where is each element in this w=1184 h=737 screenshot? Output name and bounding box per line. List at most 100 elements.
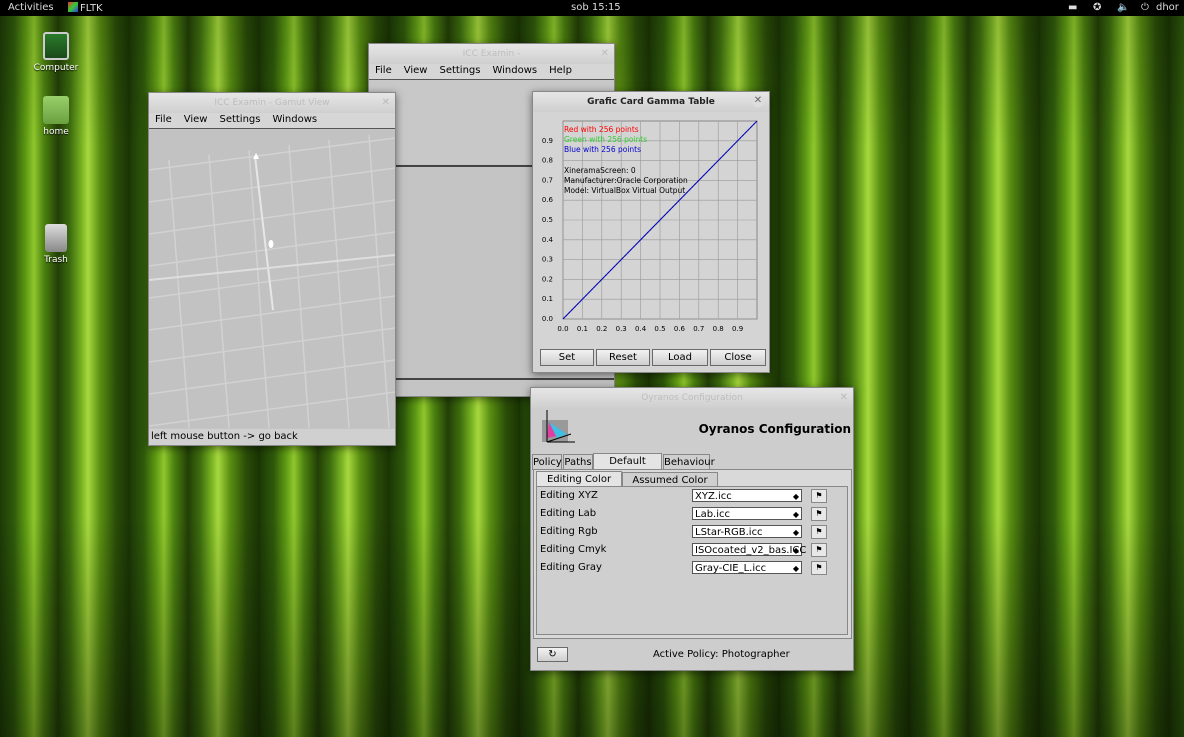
gamut-view-window[interactable]: ICC Examin - Gamut View ✕ File View Settin…	[148, 92, 396, 446]
gamma-chart: 0.0 0.1 0.2 0.3 0.4 0.5 0.6 0.7 0.8 0.9 0.0 0.1 0.2 0…	[542, 120, 758, 333]
home-folder-icon	[43, 96, 69, 124]
folder-icon[interactable]: ▬	[1068, 2, 1077, 13]
x-tick-label: 0.4	[635, 325, 647, 333]
select-editing-cmyk[interactable]: ISOcoated_v2_bas.ICC ◆	[692, 543, 806, 556]
white-point-marker	[268, 240, 274, 248]
gamut-3d-view[interactable]: ▲	[149, 130, 395, 428]
menu-settings[interactable]: Settings	[213, 113, 266, 126]
menu-view[interactable]: View	[178, 113, 214, 126]
flag-icon[interactable]: ⚑	[811, 507, 827, 521]
gamut-status-bar: left mouse button -> go back	[149, 429, 395, 445]
device-info-line: Model: VirtualBox Virtual Output	[564, 186, 685, 195]
row-label-rgb: Editing Rgb	[540, 526, 598, 537]
select-editing-lab[interactable]: Lab.icc ◆	[692, 507, 802, 520]
tab-editing-color-space[interactable]: Editing Color Space	[536, 471, 622, 500]
refresh-button[interactable]: ↻	[537, 647, 568, 662]
x-tick-label: 0.3	[616, 325, 627, 333]
legend-entry: Red with 256 points	[564, 125, 639, 134]
legend-entry: Blue with 256 points	[564, 145, 641, 154]
clock[interactable]: sob 15:15	[571, 2, 621, 13]
gamut-view-menubar: File View Settings Windows	[149, 113, 395, 129]
y-tick-label: 0.1	[542, 295, 553, 303]
close-icon[interactable]: ✕	[601, 44, 609, 64]
tab-paths[interactable]: Paths	[563, 454, 593, 470]
spin-arrows-icon: ◆	[792, 528, 799, 537]
gamma-table-titlebar[interactable]: Grafic Card Gamma Table ✕	[533, 92, 769, 112]
top-bar: Activities FLTK sob 15:15 ▬ ✪ 🔈 ⏻ dhor	[0, 0, 1184, 16]
x-tick-label: 0.5	[654, 325, 665, 333]
x-tick-label: 0.8	[713, 325, 724, 333]
y-tick-label: 0.2	[542, 275, 553, 283]
computer-icon	[43, 32, 69, 60]
flag-icon[interactable]: ⚑	[811, 561, 827, 575]
menu-file[interactable]: File	[369, 64, 398, 77]
set-button[interactable]: Set	[540, 349, 594, 366]
tab-policy[interactable]: Policy	[532, 454, 562, 470]
gamut-view-titlebar[interactable]: ICC Examin - Gamut View ✕	[149, 93, 395, 113]
row-label-xyz: Editing XYZ	[540, 490, 598, 501]
y-tick-label: 0.3	[542, 256, 553, 264]
device-info-line: Manufacturer:Oracle Corporation	[564, 176, 688, 185]
trash-icon	[45, 224, 67, 252]
user-icon[interactable]: ⏻	[1141, 2, 1149, 13]
menu-windows[interactable]: Windows	[486, 64, 543, 77]
x-tick-label: 0.7	[693, 325, 704, 333]
menu-settings[interactable]: Settings	[433, 64, 486, 77]
x-tick-label: 0.9	[732, 325, 743, 333]
select-editing-rgb[interactable]: LStar-RGB.icc ◆	[692, 525, 802, 538]
y-tick-label: 0.7	[542, 176, 553, 184]
menu-file[interactable]: File	[149, 113, 178, 126]
y-tick-label: 0.6	[542, 196, 554, 204]
desktop-icon-home[interactable]: home	[21, 96, 91, 137]
spin-arrows-icon: ◆	[792, 510, 799, 519]
close-icon[interactable]: ✕	[382, 93, 390, 113]
legend-entry: Green with 256 points	[564, 135, 647, 144]
select-editing-gray[interactable]: Gray-CIE_L.icc ◆	[692, 561, 802, 574]
menu-windows[interactable]: Windows	[266, 113, 323, 126]
oyranos-logo-icon	[542, 410, 575, 443]
y-tick-label: 0.5	[542, 216, 553, 224]
close-icon[interactable]: ✕	[752, 95, 764, 107]
row-label-gray: Editing Gray	[540, 562, 602, 573]
reset-button[interactable]: Reset	[596, 349, 650, 366]
divider	[369, 378, 614, 380]
user-menu[interactable]: dhor	[1156, 2, 1179, 13]
menu-help[interactable]: Help	[543, 64, 578, 77]
close-icon[interactable]: ✕	[840, 388, 848, 408]
refresh-icon: ↻	[548, 649, 557, 660]
spin-arrows-icon: ◆	[792, 546, 799, 555]
select-editing-xyz[interactable]: XYZ.icc ◆	[692, 489, 802, 502]
load-button[interactable]: Load	[652, 349, 708, 366]
flag-icon[interactable]: ⚑	[811, 543, 827, 557]
flag-icon[interactable]: ⚑	[811, 525, 827, 539]
spin-arrows-icon: ◆	[792, 564, 799, 573]
desktop-icon-computer[interactable]: Computer	[21, 32, 91, 73]
x-tick-label: 0.1	[577, 325, 588, 333]
volume-icon[interactable]: 🔈	[1117, 2, 1129, 13]
x-tick-label: 0.0	[557, 325, 568, 333]
menu-view[interactable]: View	[398, 64, 434, 77]
spin-arrows-icon: ◆	[792, 492, 799, 501]
y-tick-label: 0.8	[542, 157, 553, 165]
oyranos-titlebar[interactable]: Oyranos Configuration ✕	[531, 388, 853, 408]
flag-icon[interactable]: ⚑	[811, 489, 827, 503]
accessibility-icon[interactable]: ✪	[1093, 2, 1101, 13]
gamma-table-window[interactable]: Grafic Card Gamma Table ✕ 0.0 0.1 0.2 0.3 0.…	[532, 91, 770, 373]
app-menu[interactable]: FLTK	[68, 2, 103, 14]
row-label-lab: Editing Lab	[540, 508, 597, 519]
y-tick-label: 0.9	[542, 137, 553, 145]
tab-default-profiles[interactable]: Default Profiles	[593, 453, 662, 482]
tab-behaviour[interactable]: Behaviour	[663, 454, 715, 470]
y-tick-label: 0.4	[542, 236, 554, 244]
x-tick-label: 0.6	[674, 325, 686, 333]
icc-examin-titlebar[interactable]: ICC Examin - ✕	[369, 44, 614, 64]
axis-marker: ▲	[253, 151, 260, 160]
row-label-cmyk: Editing Cmyk	[540, 544, 607, 555]
desktop-icon-trash[interactable]: Trash	[21, 224, 91, 265]
device-info-line: XineramaScreen: 0	[564, 166, 636, 175]
y-tick-label: 0.0	[542, 315, 553, 323]
activities-button[interactable]: Activities	[8, 2, 54, 13]
close-button[interactable]: Close	[710, 349, 766, 366]
x-tick-label: 0.2	[596, 325, 607, 333]
fltk-icon	[68, 2, 78, 12]
